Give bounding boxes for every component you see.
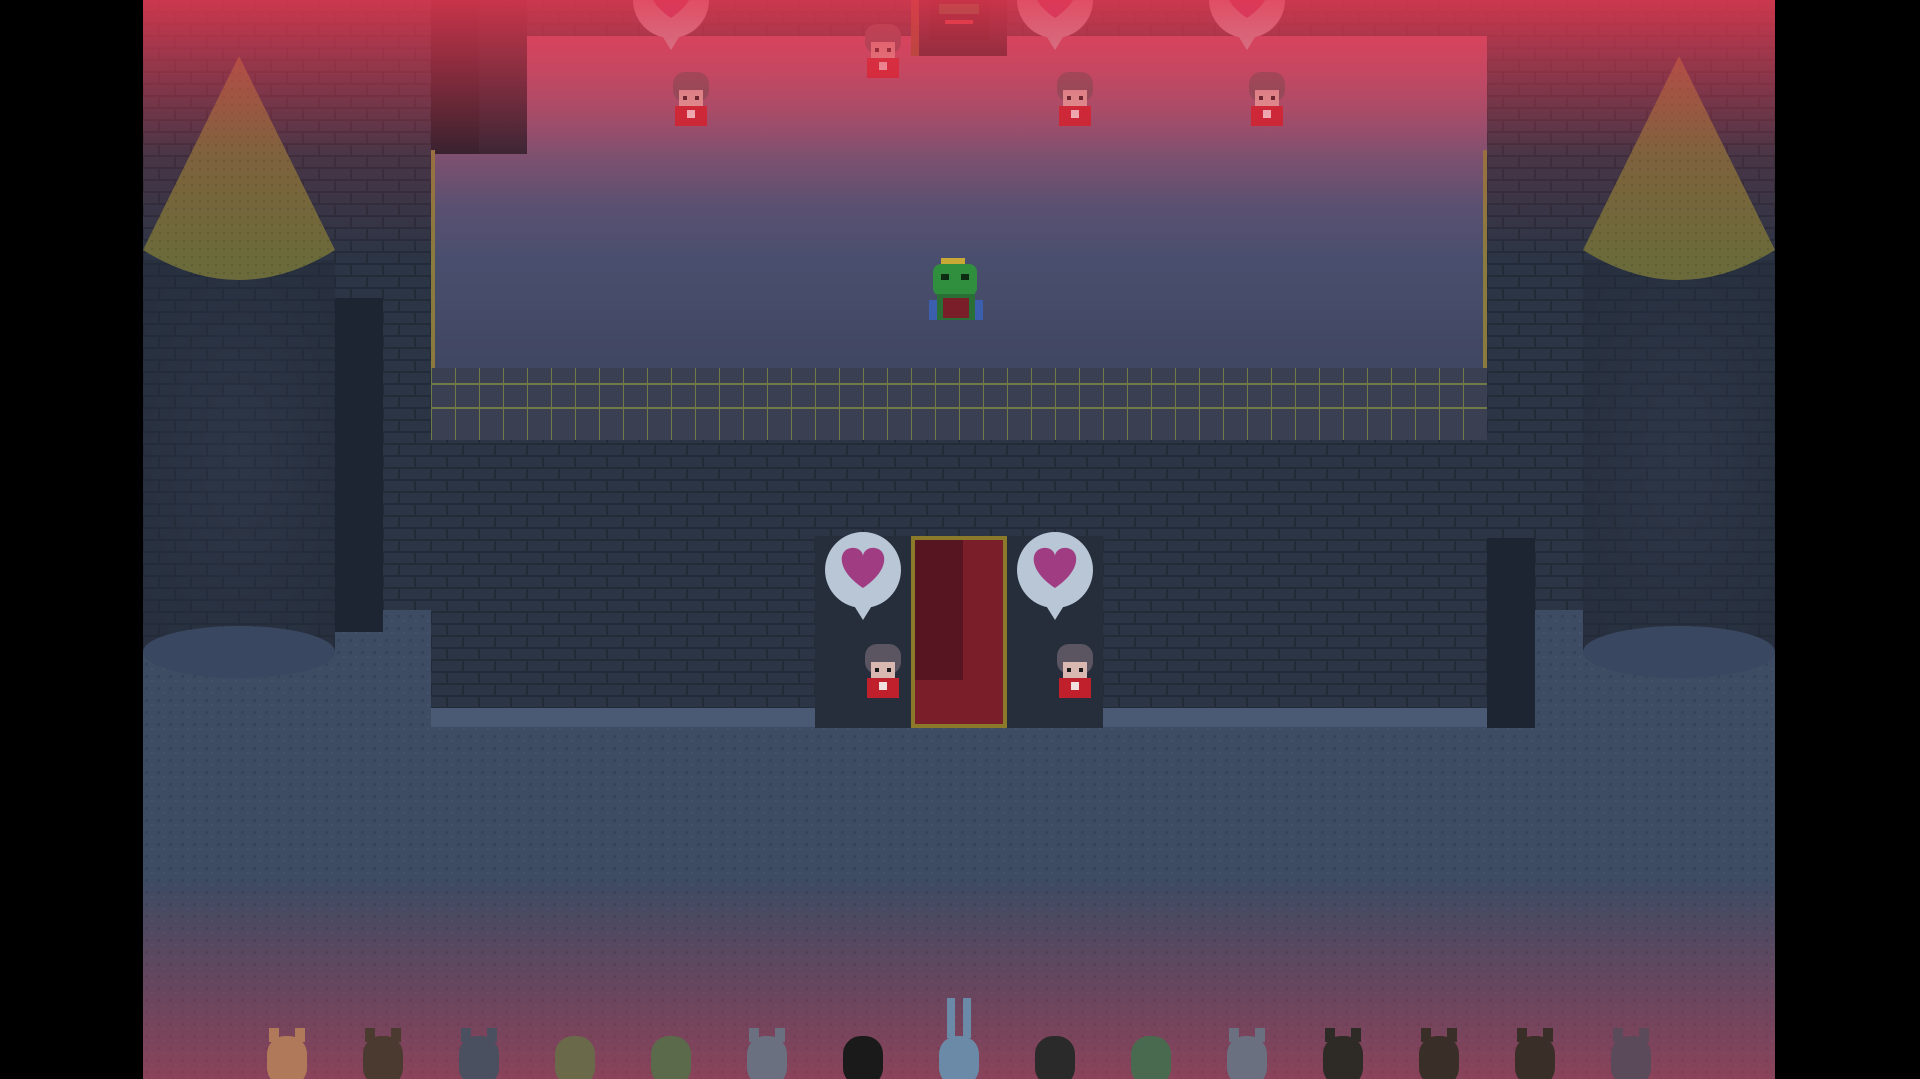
audience-member [843,1036,883,1079]
balcony-railing [431,368,1487,440]
wall-shadow-left [335,298,383,632]
gate-guard [1057,644,1093,698]
audience-member [651,1036,691,1079]
top-red-glow [143,0,1775,260]
audience-member [1131,1036,1171,1079]
game-viewport[interactable] [143,0,1775,1079]
carpet-shadow [915,540,963,680]
game-scene [143,0,1775,1079]
audience-member [555,1036,595,1079]
wall-shadow-right [1487,538,1535,728]
audience-member [1035,1036,1075,1079]
player-character[interactable] [929,258,983,320]
gate-guard [865,644,901,698]
